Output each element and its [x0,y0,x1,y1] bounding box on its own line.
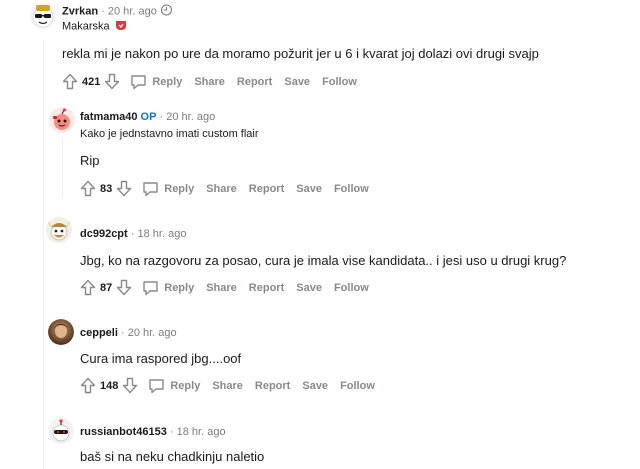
comment-body: Rip [80,153,100,168]
username[interactable]: dc992cpt [80,228,128,240]
comment-body: baš si na neku chadkinju naletio [80,449,265,464]
sunglasses-avatar-icon[interactable] [30,3,56,29]
robot-avatar-icon[interactable] [48,418,74,444]
comment-actions: 421 Reply Share Report Save Follow [62,73,357,90]
username[interactable]: fatmama40 [80,111,137,123]
vote-score: 83 [100,182,113,195]
report-button[interactable]: Report [249,282,284,294]
share-button[interactable]: Share [194,76,225,88]
downvote-button[interactable] [122,377,138,394]
flair-badge-icon [115,19,127,34]
comment-meta: ceppeli · 20 hr. ago [80,327,177,339]
reply-button[interactable]: Reply [142,181,194,197]
upvote-button[interactable] [80,279,96,296]
reply-button[interactable]: Reply [130,74,182,90]
timestamp[interactable]: 20 hr. ago [108,5,157,17]
comment-meta: Zvrkan · 20 hr. ago [62,4,173,19]
share-button[interactable]: Share [212,380,243,392]
username[interactable]: Zvrkan [62,5,98,17]
snoo-avatar-icon[interactable] [49,107,75,133]
comment-actions: 148 Reply Share Report Save Follow [80,377,375,394]
downvote-button[interactable] [116,180,132,197]
downvote-button[interactable] [104,73,120,90]
downvote-button[interactable] [116,279,132,296]
report-button[interactable]: Report [237,76,272,88]
follow-button[interactable]: Follow [334,183,369,195]
share-button[interactable]: Share [206,282,237,294]
photo-avatar-icon[interactable] [48,319,74,345]
user-flair: Makarska [62,19,127,34]
follow-button[interactable]: Follow [334,282,369,294]
upvote-button[interactable] [80,180,96,197]
viking-avatar-icon[interactable] [46,217,72,243]
edited-icon [160,4,173,19]
save-button[interactable]: Save [302,380,328,392]
comment-body: Jbg, ko na razgovoru za posao, cura je i… [80,253,567,268]
user-flair: Kako je jednstavno imati custom flair [80,128,259,140]
comment-bubble-icon [131,74,147,89]
timestamp[interactable]: 18 hr. ago [138,228,187,240]
comment-meta: fatmama40 OP · 20 hr. ago [80,111,216,123]
follow-button[interactable]: Follow [340,380,375,392]
comment-bubble-icon [143,181,158,196]
save-button[interactable]: Save [296,282,322,294]
username[interactable]: ceppeli [80,327,118,339]
thread-line-child[interactable] [62,138,63,198]
save-button[interactable]: Save [296,183,322,195]
report-button[interactable]: Report [255,380,290,392]
reply-button[interactable]: Reply [148,378,200,394]
op-badge: OP [140,111,157,123]
vote-score: 148 [100,379,119,392]
reply-button[interactable]: Reply [142,280,194,296]
comment-body: Cura ima raspored jbg....oof [80,351,242,366]
comment-body: rekla mi je nakon po ure da moramo požur… [62,46,539,61]
follow-button[interactable]: Follow [322,76,357,88]
comment-bubble-icon [143,280,158,295]
vote-score: 87 [100,281,113,294]
vote-score: 421 [82,75,101,88]
save-button[interactable]: Save [284,76,310,88]
report-button[interactable]: Report [249,183,284,195]
upvote-button[interactable] [62,73,78,90]
timestamp[interactable]: 20 hr. ago [128,327,177,339]
comment-meta: russianbot46153 · 18 hr. ago [80,426,226,438]
comment-bubble-icon [149,378,165,393]
thread-line-root[interactable] [43,40,44,469]
username[interactable]: russianbot46153 [80,426,167,438]
comment-meta: dc992cpt · 18 hr. ago [80,228,187,240]
share-button[interactable]: Share [206,183,237,195]
timestamp[interactable]: 20 hr. ago [166,111,215,123]
timestamp[interactable]: 18 hr. ago [177,426,226,438]
comment-actions: 87 Reply Share Report Save Follow [80,279,369,296]
comment-actions: 83 Reply Share Report Save Follow [80,180,369,197]
upvote-button[interactable] [80,377,96,394]
